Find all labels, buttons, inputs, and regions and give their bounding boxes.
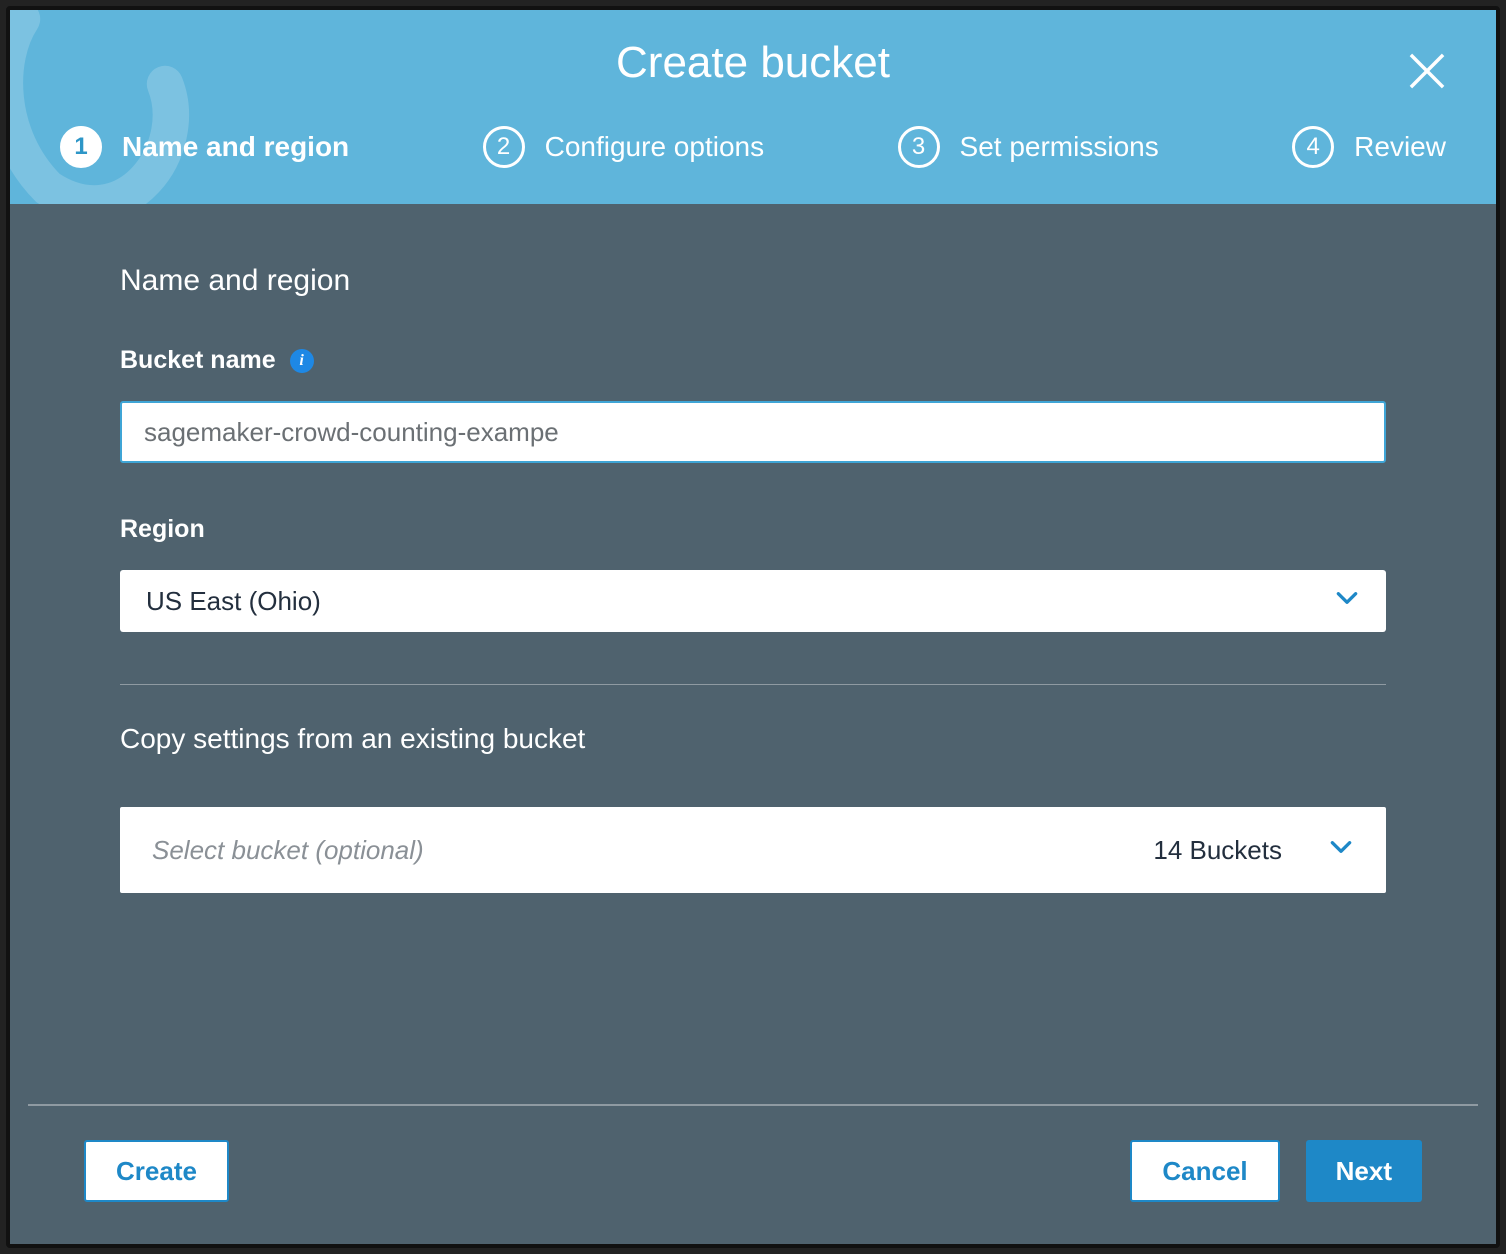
modal-header: Create bucket 1 Name and region 2 Config… xyxy=(10,10,1496,204)
step-configure-options[interactable]: 2 Configure options xyxy=(483,126,764,168)
step-number: 2 xyxy=(483,126,525,168)
create-button[interactable]: Create xyxy=(84,1140,229,1202)
region-select[interactable]: US East (Ohio) xyxy=(120,570,1386,632)
step-name-and-region[interactable]: 1 Name and region xyxy=(60,126,349,168)
bucket-name-field: Bucket name i xyxy=(120,346,1386,463)
bucket-count: 14 Buckets xyxy=(1153,835,1282,866)
step-label: Review xyxy=(1354,131,1446,163)
step-label: Name and region xyxy=(122,131,349,163)
wizard-stepper: 1 Name and region 2 Configure options 3 … xyxy=(10,108,1496,204)
create-bucket-modal: Create bucket 1 Name and region 2 Config… xyxy=(6,6,1500,1248)
copy-bucket-right: 14 Buckets xyxy=(1153,834,1354,867)
bucket-name-label: Bucket name i xyxy=(120,346,1386,375)
bucket-name-label-text: Bucket name xyxy=(120,346,276,375)
modal-footer: Create Cancel Next xyxy=(28,1104,1478,1244)
region-label-text: Region xyxy=(120,515,205,544)
copy-settings-heading: Copy settings from an existing bucket xyxy=(120,723,1386,755)
next-button[interactable]: Next xyxy=(1306,1140,1422,1202)
close-icon xyxy=(1404,48,1450,94)
close-button[interactable] xyxy=(1404,48,1450,94)
step-label: Configure options xyxy=(545,131,764,163)
step-set-permissions[interactable]: 3 Set permissions xyxy=(898,126,1159,168)
footer-right-group: Cancel Next xyxy=(1130,1140,1422,1202)
step-number: 4 xyxy=(1292,126,1334,168)
chevron-down-icon xyxy=(1328,834,1354,867)
step-number: 1 xyxy=(60,126,102,168)
copy-bucket-placeholder: Select bucket (optional) xyxy=(152,835,424,866)
modal-body: Name and region Bucket name i Region US … xyxy=(10,204,1496,1104)
step-label: Set permissions xyxy=(960,131,1159,163)
divider xyxy=(120,684,1386,685)
region-label: Region xyxy=(120,515,1386,544)
bucket-name-input[interactable] xyxy=(120,401,1386,463)
modal-title: Create bucket xyxy=(10,10,1496,108)
region-field: Region US East (Ohio) xyxy=(120,515,1386,632)
cancel-button[interactable]: Cancel xyxy=(1130,1140,1279,1202)
step-number: 3 xyxy=(898,126,940,168)
copy-bucket-select[interactable]: Select bucket (optional) 14 Buckets xyxy=(120,807,1386,893)
info-icon[interactable]: i xyxy=(290,349,314,373)
step-review[interactable]: 4 Review xyxy=(1292,126,1446,168)
section-heading: Name and region xyxy=(120,264,1386,298)
chevron-down-icon xyxy=(1334,585,1360,618)
region-value: US East (Ohio) xyxy=(146,586,321,617)
